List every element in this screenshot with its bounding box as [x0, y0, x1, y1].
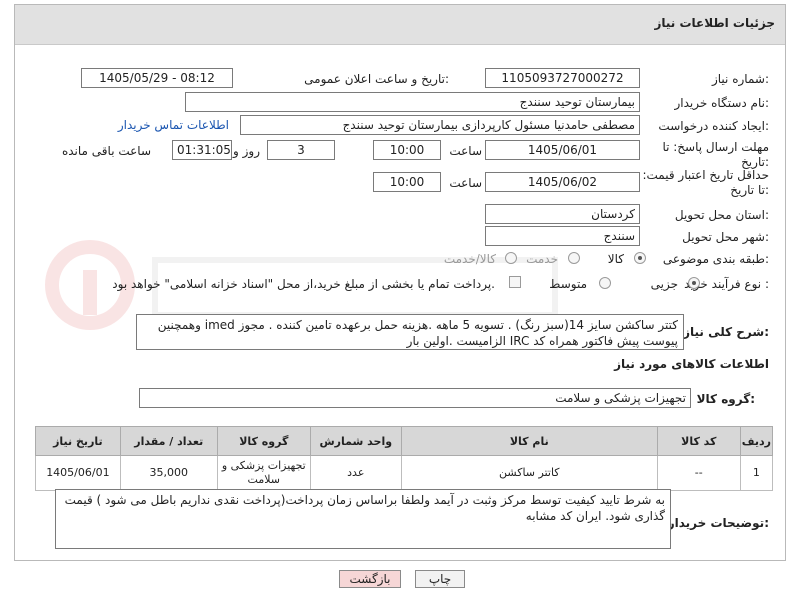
deadline-label: مهلت ارسال پاسخ: تا تاریخ: [662, 140, 769, 169]
cell-item-name: کاتتر ساکشن [400, 455, 658, 491]
creator-field: مصطفی حامدنیا مسئول کارپردازی بیمارستان … [240, 115, 640, 135]
process-option-minor: جزیی [650, 277, 678, 291]
category-radio-service[interactable] [568, 252, 580, 264]
cell-unit: عدد [309, 455, 402, 491]
col-row-number: ردیف [739, 426, 774, 456]
col-item-code: کد کالا [656, 426, 741, 456]
cell-row-number: 1 [739, 455, 774, 491]
category-option-goods: کالا [607, 252, 624, 266]
buyer-org-label: نام دستگاه خریدار: [674, 96, 770, 110]
description-label: شرح کلی نیاز: [683, 325, 769, 339]
announce-date-label: تاریخ و ساعت اعلان عمومی: [304, 72, 449, 86]
cell-item-group: تجهیزات پزشکی و سلامت [216, 455, 311, 491]
back-button[interactable]: بازگشت [339, 570, 401, 588]
need-number-label: شماره نیاز: [711, 72, 769, 86]
col-unit: واحد شمارش [309, 426, 402, 456]
deadline-date-field: 1405/06/01 [485, 140, 640, 160]
cell-item-code: -- [656, 455, 741, 491]
col-item-name: نام کالا [400, 426, 658, 456]
process-radio-minor[interactable] [688, 277, 700, 289]
city-field: سنندج [485, 226, 640, 246]
buyer-notes-field: به شرط تایید کیفیت توسط مرکز وثبت در آیم… [55, 489, 671, 549]
province-field: کردستان [485, 204, 640, 224]
category-option-goods-service: کالا/خدمت [443, 252, 496, 266]
creator-label: ایجاد کننده درخواست: [658, 119, 769, 133]
city-label: شهر محل تحویل: [682, 230, 769, 244]
col-need-date: تاریخ نیاز [35, 426, 121, 456]
remaining-label: ساعت باقی مانده [61, 144, 151, 158]
goods-group-field: تجهیزات پزشکی و سلامت [139, 388, 691, 408]
deadline-time-label: ساعت [449, 144, 482, 158]
goods-table: ردیف کد کالا نام کالا واحد شمارش گروه کا… [35, 426, 774, 491]
process-radio-medium[interactable] [599, 277, 611, 289]
deadline-time-field: 10:00 [373, 140, 441, 160]
category-option-service: خدمت [526, 252, 558, 266]
category-radio-goods-service[interactable] [505, 252, 517, 264]
price-time-field: 10:00 [373, 172, 441, 192]
page-title: جزئیات اطلاعات نیاز [654, 16, 775, 30]
remaining-time-field: 01:31:05 [172, 140, 232, 160]
buyer-contact-link[interactable]: اطلاعات تماس خریدار [118, 118, 229, 132]
goods-group-label: گروه کالا: [696, 392, 755, 406]
treasury-payment-note: پرداخت تمام یا بخشی از مبلغ خرید،از محل … [112, 277, 495, 291]
cell-quantity: 35,000 [119, 455, 218, 491]
goods-table-header: ردیف کد کالا نام کالا واحد شمارش گروه کا… [35, 426, 774, 456]
buyer-org-field: بیمارستان توحید سنندج [185, 92, 640, 112]
print-button[interactable]: چاپ [415, 570, 465, 588]
cell-need-date: 1405/06/01 [35, 455, 121, 491]
title-bar: جزئیات اطلاعات نیاز [15, 5, 785, 45]
need-details-panel: جزئیات اطلاعات نیاز شماره نیاز: 11050937… [14, 4, 786, 561]
need-number-field: 1105093727000272 [485, 68, 640, 88]
days-label: روز و [233, 144, 260, 158]
col-item-group: گروه کالا [216, 426, 311, 456]
treasury-payment-checkbox[interactable] [509, 276, 521, 288]
col-quantity: تعداد / مقدار [119, 426, 218, 456]
announce-date-field: 1405/05/29 - 08:12 [81, 68, 233, 88]
buyer-notes-label: توضیحات خریدار: [667, 516, 769, 530]
price-validity-label: حداقل تاریخ اعتبار قیمت: تا تاریخ: [642, 168, 769, 197]
description-field: کتتر ساکشن سایز 14(سبز رنگ) . تسویه 5 ما… [136, 314, 684, 350]
days-remaining-field: 3 [267, 140, 335, 160]
category-label: طبقه بندی موضوعی: [662, 252, 769, 266]
price-time-label: ساعت [449, 176, 482, 190]
goods-info-title: اطلاعات کالاهای مورد نیاز [614, 357, 769, 371]
price-date-field: 1405/06/02 [485, 172, 640, 192]
province-label: استان محل تحویل: [674, 208, 769, 222]
process-option-medium: متوسط [549, 277, 587, 291]
category-radio-goods[interactable] [634, 252, 646, 264]
table-row: 1 -- کاتتر ساکشن عدد تجهیزات پزشکی و سلا… [35, 455, 774, 491]
